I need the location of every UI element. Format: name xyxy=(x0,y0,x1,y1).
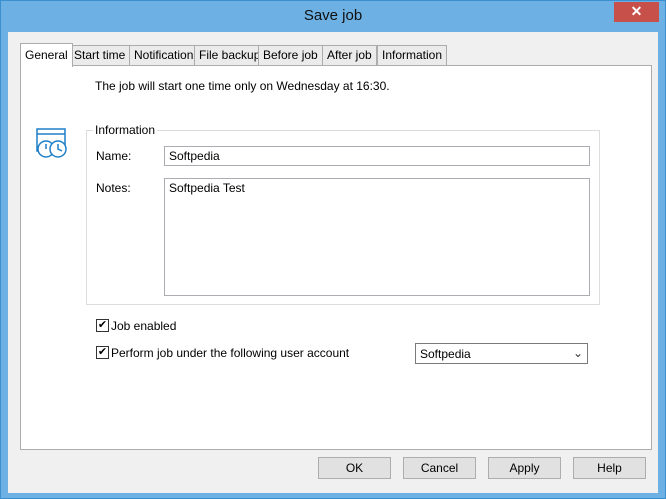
job-enabled-label[interactable]: Job enabled xyxy=(111,319,176,333)
tab-general[interactable]: General xyxy=(20,43,73,67)
tab-notification[interactable]: Notification xyxy=(129,45,199,65)
window-title: Save job xyxy=(303,7,363,24)
schedule-summary: The job will start one time only on Wedn… xyxy=(95,79,390,93)
tab-before-job[interactable]: Before job xyxy=(258,45,323,65)
title-bar[interactable]: Save job ✕ xyxy=(1,1,665,32)
user-account-value: Softpedia xyxy=(420,347,471,361)
user-account-dropdown[interactable]: Softpedia ⌄ xyxy=(415,343,588,364)
job-enabled-checkbox[interactable]: ✔ xyxy=(96,319,109,332)
name-input[interactable]: Softpedia xyxy=(164,146,590,166)
tab-after-job[interactable]: After job xyxy=(322,45,377,65)
apply-button[interactable]: Apply xyxy=(488,457,561,479)
name-label: Name: xyxy=(96,149,132,163)
notes-textarea[interactable]: Softpedia Test xyxy=(164,178,590,296)
calendar-clock-icon xyxy=(36,128,67,158)
information-group-label: Information xyxy=(93,123,158,137)
tab-start-time[interactable]: Start time xyxy=(69,45,131,65)
perform-as-user-checkbox[interactable]: ✔ xyxy=(96,346,109,359)
help-button[interactable]: Help xyxy=(573,457,646,479)
ok-button[interactable]: OK xyxy=(318,457,391,479)
save-job-dialog: Save job ✕ General Start time Notificati… xyxy=(0,0,666,499)
general-tab-panel: The job will start one time only on Wedn… xyxy=(20,65,652,450)
tab-file-backup[interactable]: File backup xyxy=(194,45,266,65)
tab-information[interactable]: Information xyxy=(377,45,448,65)
perform-as-user-label[interactable]: Perform job under the following user acc… xyxy=(111,346,349,360)
close-button[interactable]: ✕ xyxy=(614,2,659,22)
dialog-client: General Start time Notification File bac… xyxy=(8,32,658,493)
chevron-down-icon: ⌄ xyxy=(572,346,583,360)
cancel-button[interactable]: Cancel xyxy=(403,457,476,479)
close-icon: ✕ xyxy=(630,3,643,19)
notes-label: Notes: xyxy=(96,181,131,195)
